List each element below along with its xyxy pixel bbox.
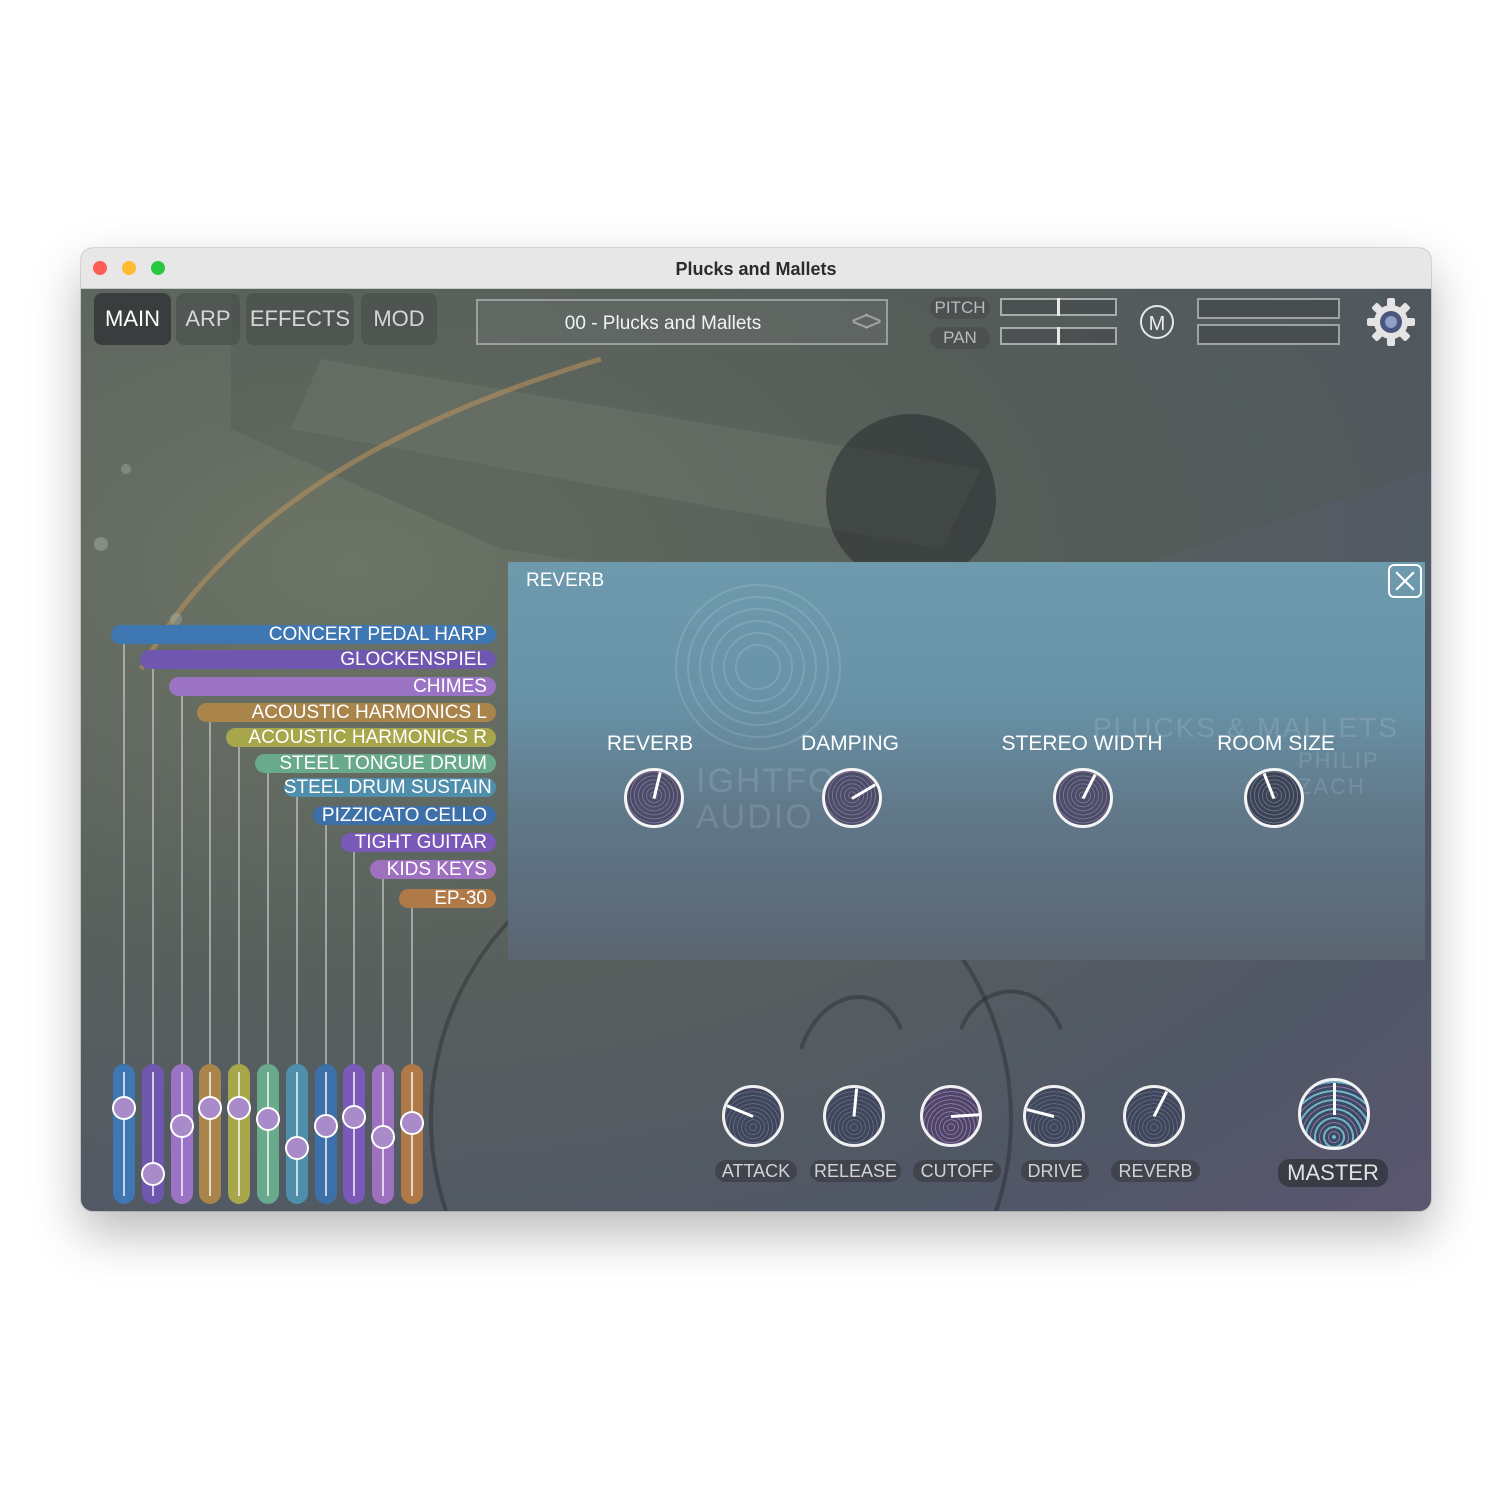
slider-thumb[interactable] xyxy=(400,1110,424,1135)
channel-label[interactable]: GLOCKENSPIEL xyxy=(139,650,496,669)
slider-thumb[interactable] xyxy=(256,1107,280,1132)
tab-arp[interactable]: ARP xyxy=(176,293,240,345)
reverb-knob-label: REVERB xyxy=(606,732,694,755)
channel-label[interactable]: EP-30 xyxy=(399,889,496,908)
channel-volume-slider[interactable] xyxy=(198,1064,223,1204)
slider-thumb[interactable] xyxy=(227,1096,252,1121)
slider-thumb[interactable] xyxy=(169,1113,194,1138)
slider-thumb[interactable] xyxy=(140,1162,165,1187)
channel-connector xyxy=(411,908,413,1064)
attack-label: ATTACK xyxy=(715,1160,797,1182)
slider-thumb[interactable] xyxy=(313,1113,338,1138)
damping-knob-label: DAMPING xyxy=(800,732,899,755)
title-bar: Plucks and Mallets xyxy=(81,248,1431,289)
channel-connector xyxy=(238,747,241,1064)
channel-volume-slider[interactable] xyxy=(371,1064,396,1204)
channel-volume-slider[interactable] xyxy=(284,1064,309,1204)
channel-volume-slider[interactable] xyxy=(256,1064,280,1204)
slider-rail xyxy=(238,1072,241,1196)
cutoff-label: CUTOFF xyxy=(913,1160,1001,1182)
channel-label[interactable]: ACOUSTIC HARMONICS L xyxy=(197,703,496,722)
channel-volume-slider[interactable] xyxy=(140,1064,165,1204)
channel-label[interactable]: CHIMES xyxy=(168,677,496,696)
slider-rail xyxy=(123,1072,125,1196)
channel-connector xyxy=(151,669,154,1064)
tab-effects[interactable]: EFFECTS xyxy=(246,293,354,345)
slider-rail xyxy=(353,1072,356,1196)
window-title: Plucks and Mallets xyxy=(675,259,837,279)
attack-knob[interactable] xyxy=(722,1085,784,1147)
channel-volume-slider[interactable] xyxy=(169,1064,194,1204)
release-knob[interactable] xyxy=(823,1085,885,1147)
release-label: RELEASE xyxy=(810,1160,901,1182)
channel-label[interactable]: CONCERT PEDAL HARP xyxy=(111,625,496,644)
pitch-slider[interactable] xyxy=(1000,298,1117,316)
reverb-send-knob[interactable] xyxy=(1123,1085,1185,1147)
watermark-brand-line2: AUDIO xyxy=(696,798,814,836)
channel-connector xyxy=(123,644,125,1064)
channel-connector xyxy=(324,825,327,1064)
preset-selector[interactable]: 00 - Plucks and Mallets <> xyxy=(476,299,888,345)
damping-knob[interactable] xyxy=(822,768,882,828)
channel-connector xyxy=(267,773,269,1064)
master-knob[interactable] xyxy=(1298,1078,1370,1150)
slider-rail xyxy=(295,1072,298,1196)
settings-gear-icon[interactable] xyxy=(1366,297,1416,347)
slider-rail xyxy=(267,1072,269,1196)
cutoff-knob[interactable] xyxy=(920,1085,982,1147)
drive-knob[interactable] xyxy=(1023,1085,1085,1147)
tab-mod[interactable]: MOD xyxy=(361,293,437,345)
channel-connector xyxy=(180,696,183,1064)
master-label: MASTER xyxy=(1278,1159,1388,1187)
tab-main[interactable]: MAIN xyxy=(94,293,171,345)
app-window: Plucks and Mallets MAIN ARP EFFECTS MOD … xyxy=(81,248,1431,1211)
channel-volume-slider[interactable] xyxy=(227,1064,252,1204)
slider-thumb[interactable] xyxy=(198,1096,223,1121)
reverb-panel-title: REVERB xyxy=(526,570,605,591)
plugin-ui: MAIN ARP EFFECTS MOD 00 - Plucks and Mal… xyxy=(81,289,1431,1211)
preset-arrows-icon[interactable]: <> xyxy=(851,305,882,339)
channel-connector xyxy=(353,852,356,1064)
channel-label[interactable]: STEEL TONGUE DRUM xyxy=(255,754,496,773)
channel-connector xyxy=(209,722,212,1064)
slider-thumb[interactable] xyxy=(371,1124,396,1149)
channel-volume-slider[interactable] xyxy=(313,1064,338,1204)
logo-watermark xyxy=(675,584,841,750)
channel-label[interactable]: KIDS KEYS xyxy=(370,860,496,879)
channel-volume-slider[interactable] xyxy=(112,1064,136,1204)
channel-connector xyxy=(382,879,385,1064)
slider-thumb[interactable] xyxy=(342,1105,367,1129)
channel-volume-slider[interactable] xyxy=(342,1064,367,1204)
drive-label: DRIVE xyxy=(1021,1160,1089,1182)
slider-thumb[interactable] xyxy=(284,1135,309,1160)
reverb-label: REVERB xyxy=(1111,1160,1200,1182)
m-button[interactable]: M xyxy=(1140,305,1174,339)
pan-label: PAN xyxy=(930,327,990,349)
output-meter-right xyxy=(1197,324,1340,345)
slider-rail xyxy=(209,1072,212,1196)
channel-label[interactable]: TIGHT GUITAR xyxy=(341,833,496,852)
reverb-panel: IGHTFO AUDIO PLUCKS & MALLETS PHILIP ZAC… xyxy=(508,562,1425,960)
pan-slider[interactable] xyxy=(1000,327,1117,345)
reverb-knob[interactable] xyxy=(624,768,684,828)
channel-label[interactable]: PIZZICATO CELLO xyxy=(312,806,496,825)
close-icon[interactable] xyxy=(1388,564,1422,598)
channel-label[interactable]: STEEL DRUM SUSTAIN xyxy=(283,778,496,797)
room-size-knob-label: ROOM SIZE xyxy=(1217,732,1335,755)
room-size-knob[interactable] xyxy=(1244,768,1304,828)
stereo-width-knob[interactable] xyxy=(1053,768,1113,828)
channel-volume-slider[interactable] xyxy=(400,1064,424,1204)
pitch-label: PITCH xyxy=(930,297,990,319)
stereo-width-knob-label: STEREO WIDTH xyxy=(1001,732,1163,755)
channel-label[interactable]: ACOUSTIC HARMONICS R xyxy=(226,728,496,747)
preset-name: 00 - Plucks and Mallets xyxy=(564,313,762,334)
output-meter-left xyxy=(1197,298,1340,319)
channel-connector xyxy=(295,797,298,1064)
slider-thumb[interactable] xyxy=(112,1096,136,1121)
watermark-brand: IGHTFO xyxy=(696,762,837,800)
